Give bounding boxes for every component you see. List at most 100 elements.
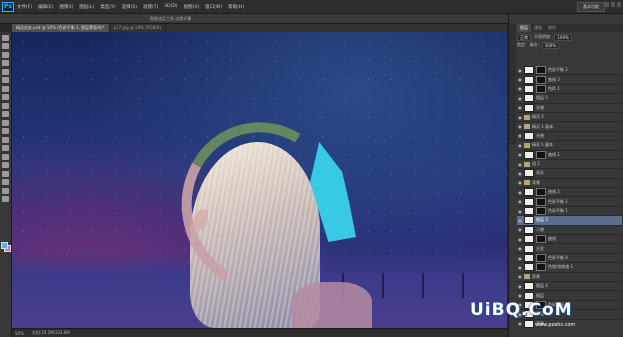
menu-image[interactable]: 图像(I) <box>59 4 73 10</box>
layer-row[interactable]: ● 曲线 1 <box>517 150 622 160</box>
visibility-eye-icon[interactable]: ● <box>517 284 523 289</box>
layer-row[interactable]: ● 图层 3 <box>517 216 622 226</box>
tab-document-main[interactable]: 精灵仙女.psd @ 50% (色彩平衡 1, 图层蒙版/8)* <box>12 24 110 32</box>
layer-row[interactable]: ● 色彩平衡 1 <box>517 197 622 207</box>
layer-row[interactable]: ● 图层 4 <box>517 282 622 292</box>
layer-row[interactable]: ● 精灵 1 副本 <box>517 141 622 151</box>
layer-row[interactable]: ● 背景 <box>517 273 622 282</box>
crop-tool-icon[interactable] <box>2 68 9 75</box>
menu-type[interactable]: 类型(Y) <box>100 4 115 10</box>
menu-view[interactable]: 视图(V) <box>184 4 200 10</box>
visibility-eye-icon[interactable]: ● <box>517 265 523 270</box>
visibility-eye-icon[interactable]: ● <box>517 209 523 214</box>
visibility-eye-icon[interactable]: ● <box>517 152 523 157</box>
menu-3d[interactable]: 3D(D) <box>164 4 177 9</box>
visibility-eye-icon[interactable]: ● <box>517 199 523 204</box>
brush-tool-icon[interactable] <box>2 94 9 100</box>
path-select-tool-icon[interactable] <box>2 170 9 177</box>
visibility-eye-icon[interactable]: ● <box>517 321 523 326</box>
visibility-eye-icon[interactable]: ● <box>517 143 523 148</box>
layer-row[interactable]: ● 曲线 <box>517 235 622 245</box>
menu-layer[interactable]: 图层(L) <box>79 4 94 10</box>
layer-row[interactable]: ● 头发 <box>517 244 622 254</box>
zoom-level[interactable]: 50% <box>15 331 24 336</box>
lasso-tool-icon[interactable] <box>2 51 9 58</box>
fill-input[interactable]: 100% <box>541 41 560 49</box>
layer-row[interactable]: ● 组 2 <box>517 160 622 170</box>
layer-row[interactable]: ● 曲线 3 <box>517 75 622 85</box>
visibility-eye-icon[interactable]: ● <box>517 68 523 73</box>
layer-row[interactable]: ● 色彩平衡 2 <box>517 66 622 76</box>
tab-paths[interactable]: 路径 <box>545 24 559 32</box>
type-tool-icon[interactable] <box>2 162 9 168</box>
zoom-tool-icon[interactable] <box>2 196 9 202</box>
visibility-eye-icon[interactable]: ● <box>517 246 523 251</box>
healing-tool-icon[interactable] <box>2 85 9 92</box>
maximize-button[interactable] <box>611 2 615 7</box>
menu-select[interactable]: 选择(S) <box>122 4 137 10</box>
folder-icon <box>524 114 530 120</box>
foreground-color-swatch[interactable] <box>1 242 8 249</box>
visibility-eye-icon[interactable]: ● <box>517 293 523 298</box>
tab-document-second[interactable]: p17.jpg @ 50% (RGB/8) <box>110 24 166 32</box>
tab-layers[interactable]: 图层 <box>517 24 531 32</box>
tab-channels[interactable]: 通道 <box>531 24 545 32</box>
layer-row[interactable]: ● 精灵 1 副本 <box>517 122 622 132</box>
layer-thumbnail <box>524 94 534 103</box>
menu-edit[interactable]: 编辑(E) <box>38 4 53 10</box>
close-button[interactable] <box>617 2 621 7</box>
menu-help[interactable]: 帮助(H) <box>228 4 244 10</box>
visibility-eye-icon[interactable]: ● <box>517 218 523 223</box>
layer-row[interactable]: ● 耳朵 <box>517 169 622 179</box>
layer-row[interactable]: ● 图层 5 <box>517 94 622 104</box>
move-tool-icon[interactable] <box>2 34 9 41</box>
eyedropper-tool-icon[interactable] <box>2 77 9 83</box>
visibility-eye-icon[interactable]: ● <box>517 274 523 279</box>
visibility-eye-icon[interactable]: ● <box>517 115 523 120</box>
visibility-eye-icon[interactable]: ● <box>517 133 523 138</box>
visibility-eye-icon[interactable]: ● <box>517 96 523 101</box>
gradient-tool-icon[interactable] <box>2 128 9 134</box>
hand-tool-icon[interactable] <box>2 187 9 194</box>
eraser-tool-icon[interactable] <box>2 119 9 126</box>
layer-row[interactable]: ● 光感 <box>517 103 622 113</box>
visibility-eye-icon[interactable]: ● <box>517 77 523 82</box>
minimize-button[interactable] <box>605 2 609 7</box>
layer-row[interactable]: ● 色彩平衡 4 <box>517 254 622 264</box>
layer-row[interactable]: ● 色彩平衡 1 <box>517 207 622 217</box>
visibility-eye-icon[interactable]: ● <box>517 256 523 261</box>
workspace-switcher[interactable]: 基本功能 <box>577 2 605 12</box>
marquee-tool-icon[interactable] <box>2 43 9 49</box>
blend-mode-select[interactable]: 正常 <box>517 33 531 41</box>
blur-tool-icon[interactable] <box>2 136 9 143</box>
visibility-eye-icon[interactable]: ● <box>517 162 523 167</box>
shape-tool-icon[interactable] <box>2 179 9 185</box>
pen-tool-icon[interactable] <box>2 153 9 160</box>
layer-row[interactable]: ● 精灵 2 <box>517 113 622 123</box>
menu-filter[interactable]: 滤镜(T) <box>143 4 158 10</box>
layer-row[interactable]: ● 光感 <box>517 131 622 142</box>
visibility-eye-icon[interactable]: ● <box>517 237 523 242</box>
document-canvas[interactable] <box>12 32 507 328</box>
layer-thumbnail <box>524 225 534 234</box>
visibility-eye-icon[interactable]: ● <box>517 86 523 91</box>
opacity-input[interactable]: 100% <box>554 33 572 41</box>
layer-row[interactable]: ● 曲线 2 <box>517 188 622 198</box>
visibility-eye-icon[interactable]: ● <box>517 190 523 195</box>
quick-select-tool-icon[interactable] <box>2 60 9 66</box>
visibility-eye-icon[interactable]: ● <box>517 180 523 185</box>
menu-file[interactable]: 文件(F) <box>17 4 32 10</box>
visibility-eye-icon[interactable]: ● <box>517 227 523 232</box>
options-hint[interactable]: 智能选区工具 边缘光晕 <box>150 16 191 22</box>
visibility-eye-icon[interactable]: ● <box>517 171 523 176</box>
dodge-tool-icon[interactable] <box>2 145 9 151</box>
layer-row[interactable]: ● 背景 <box>517 179 622 189</box>
layer-row[interactable]: ● 色阶 1 <box>517 84 622 95</box>
history-brush-tool-icon[interactable] <box>2 111 9 117</box>
clone-stamp-tool-icon[interactable] <box>2 102 9 109</box>
visibility-eye-icon[interactable]: ● <box>517 105 523 110</box>
menu-window[interactable]: 窗口(W) <box>205 4 222 10</box>
visibility-eye-icon[interactable]: ● <box>517 124 523 129</box>
layer-row[interactable]: ● 色相/饱和度 1 <box>517 263 622 273</box>
layer-row[interactable]: ● 人物 <box>517 225 622 236</box>
